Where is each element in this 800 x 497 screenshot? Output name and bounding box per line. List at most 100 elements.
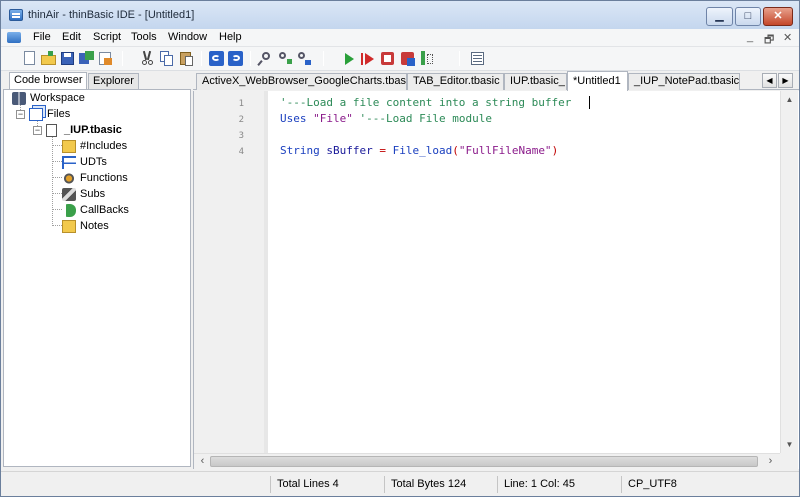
toggle-panel-icon[interactable]	[469, 50, 486, 67]
scrollbar-corner	[780, 453, 798, 469]
string-token: "FullFileName"	[458, 144, 552, 157]
toolbar-separator	[323, 51, 324, 66]
ide-window: thinAir - thinBasic IDE - [Untitled1] ▁ …	[0, 0, 800, 497]
status-bar: Total Lines 4 Total Bytes 124 Line: 1 Co…	[1, 471, 799, 496]
udt-structure-icon	[62, 156, 76, 169]
expander-files[interactable]: −	[16, 110, 25, 119]
notes-folder-icon	[62, 220, 76, 233]
includes-folder-icon	[62, 140, 76, 153]
code-browser-tree: Workspace − Files − _IUP.tbasic #Include…	[3, 89, 191, 467]
menu-tools[interactable]: Tools	[131, 31, 157, 43]
mdi-minimize-button[interactable]: _	[747, 31, 753, 43]
redo-icon[interactable]	[227, 50, 244, 67]
scroll-right-button[interactable]: ›	[762, 453, 779, 470]
toolbar	[1, 47, 799, 71]
operator-token: =	[379, 144, 386, 157]
horizontal-scrollbar[interactable]: ‹ ›	[194, 453, 780, 469]
tabs-scroll-left-button[interactable]: ◀	[762, 73, 777, 88]
tab-explorer[interactable]: Explorer	[88, 73, 139, 90]
obfuscate-icon[interactable]	[418, 50, 435, 67]
tree-item-udts[interactable]: UDTs	[62, 155, 182, 171]
tree-item-files[interactable]: Files	[29, 107, 179, 123]
tab-activex-webbrowser[interactable]: ActiveX_WebBrowser_GoogleCharts.tbasic	[196, 73, 407, 90]
status-total-bytes: Total Bytes 124	[384, 476, 497, 493]
files-icon	[29, 108, 43, 121]
string-token: "File"	[313, 112, 353, 125]
new-file-icon[interactable]	[21, 50, 38, 67]
scroll-up-button[interactable]: ▲	[781, 91, 798, 108]
run-icon[interactable]	[340, 50, 357, 67]
fold-margin[interactable]	[264, 91, 268, 453]
line-number: 1	[238, 99, 244, 109]
expander-iup-tbasic[interactable]: −	[33, 126, 42, 135]
window-title: thinAir - thinBasic IDE - [Untitled1]	[28, 9, 195, 21]
bundle-icon[interactable]	[399, 50, 416, 67]
subs-icon	[62, 188, 76, 201]
scroll-left-button[interactable]: ‹	[194, 453, 211, 470]
copy-icon[interactable]	[158, 50, 175, 67]
tabs-scroll-right-button[interactable]: ▶	[778, 73, 793, 88]
toolbar-separator	[122, 51, 123, 66]
save-all-icon[interactable]	[78, 50, 95, 67]
toolbar-separator	[250, 51, 251, 66]
menu-script[interactable]: Script	[93, 31, 121, 43]
close-button[interactable]: ✕	[763, 7, 793, 26]
document-system-icon[interactable]	[7, 32, 21, 43]
keyword-token: Uses	[280, 112, 307, 125]
toolbar-separator	[201, 51, 202, 66]
menu-edit[interactable]: Edit	[62, 31, 81, 43]
title-bar[interactable]: thinAir - thinBasic IDE - [Untitled1] ▁ …	[1, 1, 799, 29]
variable-token: sBuffer	[326, 144, 373, 157]
functions-icon	[62, 172, 76, 185]
tree-item-includes[interactable]: #Includes	[62, 139, 182, 155]
code-line-2[interactable]: Uses "File" '---Load File module	[280, 112, 492, 125]
undo-icon[interactable]	[208, 50, 225, 67]
replace-icon[interactable]	[295, 50, 312, 67]
left-panel-tabs: Code browser Explorer	[1, 71, 193, 91]
maximize-button[interactable]: □	[735, 7, 761, 26]
menu-file[interactable]: File	[33, 31, 51, 43]
scroll-down-button[interactable]: ▼	[781, 436, 798, 453]
code-line-1[interactable]: '---Load a file content into a string bu…	[280, 96, 571, 109]
tab-tab-editor[interactable]: TAB_Editor.tbasic	[407, 73, 504, 90]
thinair-app-icon[interactable]	[9, 9, 23, 21]
tree-item-callbacks[interactable]: CallBacks	[62, 203, 182, 219]
vertical-scrollbar[interactable]: ▲ ▼	[780, 91, 798, 453]
find-icon[interactable]	[257, 50, 274, 67]
comment-token: '---Load File module	[359, 112, 492, 125]
source-file-icon	[46, 124, 57, 137]
script-properties-icon[interactable]	[379, 50, 396, 67]
callbacks-icon	[62, 204, 76, 217]
line-number-gutter: 1 2 3 4	[194, 91, 264, 453]
tab-untitled1[interactable]: *Untitled1	[567, 71, 628, 91]
horizontal-scroll-thumb[interactable]	[210, 456, 758, 467]
menu-help[interactable]: Help	[219, 31, 242, 43]
paren-token: (	[452, 144, 459, 157]
tree-item-workspace[interactable]: Workspace	[12, 91, 182, 107]
paste-icon[interactable]	[178, 50, 195, 67]
code-line-4[interactable]: String sBuffer = File_load("FullFileName…	[280, 144, 558, 157]
mdi-close-button[interactable]: ✕	[783, 31, 792, 44]
code-editor[interactable]: 1 2 3 4 '---Load a file content into a s…	[193, 91, 799, 469]
keyword-token: String	[280, 144, 320, 157]
status-encoding: CP_UTF8	[621, 476, 691, 493]
tree-item-iup-tbasic[interactable]: _IUP.tbasic	[46, 123, 186, 139]
tree-item-functions[interactable]: Functions	[62, 171, 182, 187]
cut-icon[interactable]	[139, 50, 156, 67]
toolbar-separator	[459, 51, 460, 66]
debug-icon[interactable]	[360, 50, 377, 67]
tab-iup-tbasic[interactable]: IUP.tbasic_	[504, 73, 567, 90]
menu-window[interactable]: Window	[168, 31, 207, 43]
function-token: File_load	[392, 144, 453, 157]
tree-item-notes[interactable]: Notes	[62, 219, 182, 235]
find-next-icon[interactable]	[276, 50, 293, 67]
paren-token: )	[551, 144, 559, 157]
line-number: 2	[238, 115, 244, 125]
open-folder-icon[interactable]	[40, 50, 57, 67]
tree-item-subs[interactable]: Subs	[62, 187, 182, 203]
save-icon[interactable]	[59, 50, 76, 67]
tab-iup-notepad[interactable]: _IUP_NotePad.tbasic	[628, 73, 740, 90]
minimize-button[interactable]: ▁	[706, 7, 733, 26]
print-preview-icon[interactable]	[97, 50, 114, 67]
text-caret	[589, 96, 590, 109]
